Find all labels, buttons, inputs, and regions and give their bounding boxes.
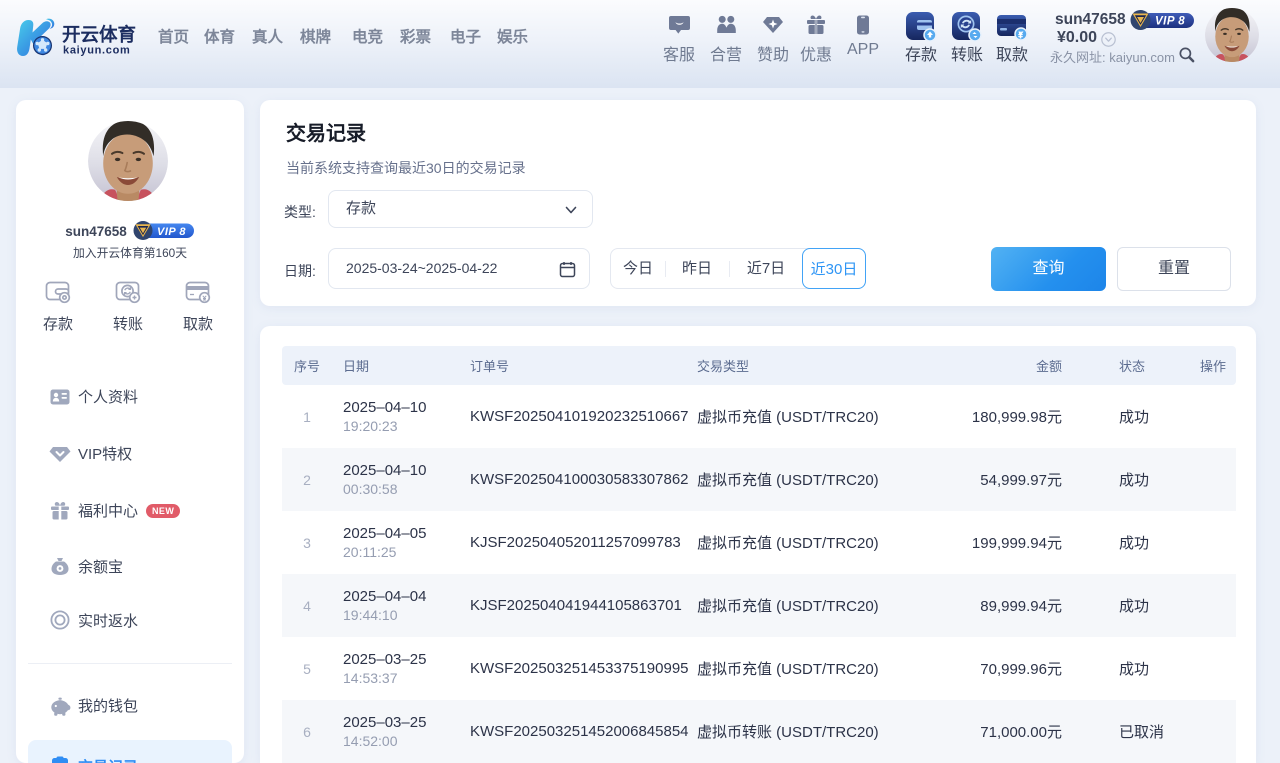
svg-text:VIP 8: VIP 8: [157, 226, 186, 238]
svg-text:开云体育: 开云体育: [62, 24, 136, 45]
svg-text:VIP 8: VIP 8: [1155, 16, 1185, 28]
svg-text:kaiyun.com: kaiyun.com: [63, 45, 131, 57]
